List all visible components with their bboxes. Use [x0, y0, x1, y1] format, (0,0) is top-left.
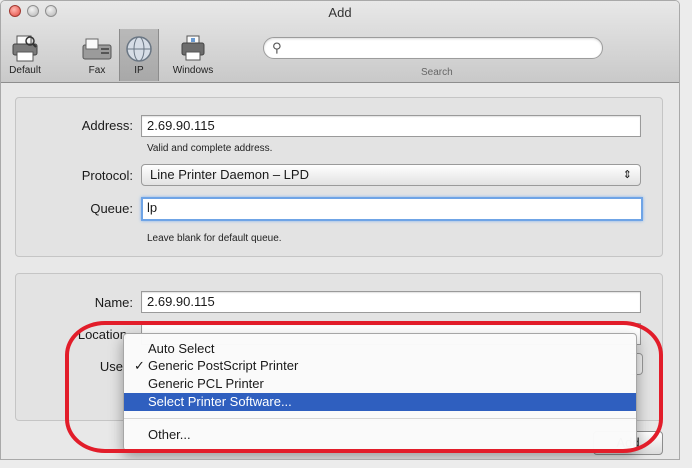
menu-item-generic-postscript[interactable]: ✓ Generic PostScript Printer — [124, 357, 636, 375]
toolbar-default-label: Default — [9, 65, 41, 76]
toolbar-fax[interactable]: Fax — [75, 29, 119, 81]
menu-item-other[interactable]: Other... — [124, 426, 636, 444]
checkmark-icon: ✓ — [134, 358, 145, 373]
search-icon: ⚲ — [272, 40, 282, 55]
fax-icon — [82, 38, 112, 60]
menu-item-label: Generic PCL Printer — [148, 376, 264, 391]
protocol-value: Line Printer Daemon – LPD — [150, 167, 309, 182]
menu-item-auto-select[interactable]: Auto Select — [124, 340, 636, 358]
menu-item-label: Select Printer Software... — [148, 394, 292, 409]
menu-separator — [124, 418, 636, 419]
search-input[interactable] — [288, 40, 588, 56]
name-field[interactable]: 2.69.90.115 — [141, 291, 641, 313]
search-label: Search — [421, 67, 453, 78]
driver-menu: Auto Select ✓ Generic PostScript Printer… — [123, 333, 637, 451]
protocol-label: Protocol: — [81, 168, 133, 183]
toolbar-fax-label: Fax — [88, 65, 106, 76]
protocol-popup[interactable]: Line Printer Daemon – LPD ⇕ — [141, 164, 641, 186]
updown-arrows-icon: ⇕ — [622, 169, 632, 181]
menu-item-label: Auto Select — [148, 341, 215, 356]
printer-icon — [12, 35, 38, 62]
address-field[interactable]: 2.69.90.115 — [141, 115, 641, 137]
address-label: Address: — [81, 118, 133, 133]
use-label: Use — [99, 359, 123, 374]
windows-printer-icon — [181, 35, 205, 61]
queue-hint: Leave blank for default queue. — [147, 233, 282, 244]
toolbar: Add Default Fax IP Windows ⚲ Search — [1, 1, 679, 83]
toolbar-ip[interactable]: IP — [119, 29, 159, 81]
globe-icon — [126, 36, 152, 62]
add-printer-window: Add Default Fax IP Windows ⚲ Search Addr… — [0, 0, 680, 460]
menu-item-generic-pcl[interactable]: Generic PCL Printer — [124, 375, 636, 393]
queue-label: Queue: — [90, 201, 133, 216]
window-title: Add — [328, 5, 352, 20]
toolbar-default[interactable]: Default — [1, 29, 49, 81]
name-label: Name: — [94, 295, 133, 310]
toolbar-windows[interactable]: Windows — [165, 29, 221, 81]
toolbar-windows-label: Windows — [172, 65, 214, 76]
location-label: Location — [77, 327, 127, 342]
queue-field[interactable]: lp — [141, 197, 643, 221]
menu-item-label: Other... — [148, 427, 191, 442]
search-field[interactable]: ⚲ — [263, 37, 603, 59]
menu-item-select-printer-software[interactable]: Select Printer Software... — [124, 393, 636, 411]
menu-item-label: Generic PostScript Printer — [148, 358, 299, 373]
address-hint: Valid and complete address. — [147, 143, 273, 154]
toolbar-ip-label: IP — [134, 65, 144, 76]
